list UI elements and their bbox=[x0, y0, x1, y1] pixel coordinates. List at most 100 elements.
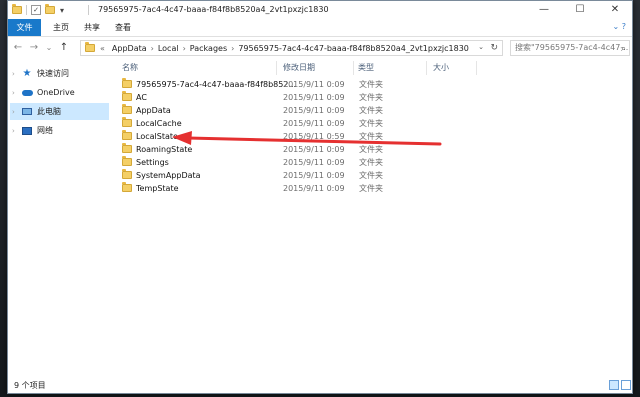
expand-chevron-icon[interactable]: › bbox=[12, 70, 15, 78]
file-date: 2015/9/11 0:09 bbox=[283, 106, 345, 115]
title-divider bbox=[88, 5, 89, 15]
file-row[interactable]: SystemAppData 2015/9/11 0:09 文件夹 bbox=[118, 169, 445, 182]
breadcrumb-separator[interactable]: › bbox=[231, 44, 234, 53]
file-row[interactable]: Settings 2015/9/11 0:09 文件夹 bbox=[118, 156, 445, 169]
folder-icon bbox=[12, 4, 22, 14]
cloud-icon bbox=[21, 88, 33, 98]
sidebar-item-label: OneDrive bbox=[37, 88, 75, 97]
column-divider[interactable] bbox=[276, 61, 277, 75]
expand-chevron-icon[interactable]: › bbox=[12, 127, 15, 135]
column-header-name[interactable]: 名称 bbox=[122, 61, 138, 75]
column-header-size[interactable]: 大小 bbox=[433, 61, 449, 75]
forward-arrow-icon[interactable]: → bbox=[28, 41, 40, 55]
folder-icon bbox=[122, 169, 132, 179]
folder-icon bbox=[122, 182, 132, 192]
sidebar-item-quick-access[interactable]: › ★ 快速访问 bbox=[10, 65, 109, 82]
breadcrumb-packages[interactable]: Packages bbox=[190, 44, 227, 53]
tab-view[interactable]: 查看 bbox=[107, 19, 139, 36]
new-folder-icon[interactable] bbox=[45, 4, 55, 14]
column-divider[interactable] bbox=[476, 61, 477, 75]
file-date: 2015/9/11 0:09 bbox=[283, 145, 345, 154]
file-row[interactable]: LocalCache 2015/9/11 0:09 文件夹 bbox=[118, 117, 445, 130]
maximize-button[interactable]: ☐ bbox=[562, 1, 598, 19]
expand-chevron-icon[interactable]: › bbox=[12, 89, 15, 97]
sidebar-item-onedrive[interactable]: › OneDrive bbox=[10, 84, 109, 101]
sidebar-item-network[interactable]: › 网络 bbox=[10, 122, 109, 139]
close-button[interactable]: ✕ bbox=[597, 1, 633, 19]
status-bar: 9 个项目 bbox=[8, 377, 632, 394]
network-icon bbox=[21, 126, 33, 136]
search-input[interactable]: 搜索"79565975-7ac4-4c47-... ⌕ bbox=[510, 40, 630, 56]
file-type: 文件夹 bbox=[359, 158, 383, 167]
address-bar[interactable]: « AppData › Local › Packages › 79565975-… bbox=[80, 40, 503, 56]
sidebar-item-this-pc[interactable]: › 此电脑 bbox=[10, 103, 109, 120]
file-date: 2015/9/11 0:09 bbox=[283, 158, 345, 167]
breadcrumb-overflow[interactable]: « bbox=[100, 44, 105, 53]
file-row[interactable]: AC 2015/9/11 0:09 文件夹 bbox=[118, 91, 445, 104]
file-name: Settings bbox=[136, 158, 169, 167]
breadcrumb-separator[interactable]: › bbox=[151, 44, 154, 53]
column-header-date[interactable]: 修改日期 bbox=[283, 61, 315, 75]
customize-toolbar-chevron-icon[interactable]: ▾ bbox=[60, 6, 64, 15]
column-divider[interactable] bbox=[353, 61, 354, 75]
file-name: LocalCache bbox=[136, 119, 182, 128]
tab-file[interactable]: 文件 bbox=[8, 19, 41, 36]
column-divider[interactable] bbox=[426, 61, 427, 75]
sidebar-item-label: 网络 bbox=[37, 126, 53, 135]
refresh-icon[interactable]: ↻ bbox=[490, 43, 498, 53]
large-icons-view-icon[interactable] bbox=[621, 380, 631, 390]
ribbon-expand-help[interactable]: ⌄ ? bbox=[613, 22, 627, 31]
file-date: 2015/9/11 0:09 bbox=[283, 184, 345, 193]
file-name: RoamingState bbox=[136, 145, 193, 154]
folder-icon bbox=[122, 104, 132, 114]
minimize-button[interactable]: — bbox=[526, 1, 562, 19]
file-type: 文件夹 bbox=[359, 93, 383, 102]
file-list-pane: 名称 修改日期 类型 大小 79565975-7ac4-4c47-baaa-f8… bbox=[116, 59, 632, 377]
breadcrumb-separator[interactable]: › bbox=[183, 44, 186, 53]
file-row[interactable]: 79565975-7ac4-4c47-baaa-f84f8b852... 2015… bbox=[118, 78, 445, 91]
item-count: 9 个项目 bbox=[14, 381, 46, 390]
breadcrumb-package-folder[interactable]: 79565975-7ac4-4c47-baaa-f84f8b8520a4_2vt… bbox=[238, 44, 469, 53]
expand-chevron-icon[interactable]: › bbox=[12, 108, 15, 116]
computer-icon bbox=[21, 107, 33, 117]
address-history-chevron-icon[interactable]: ⌄ bbox=[478, 43, 484, 51]
tab-home[interactable]: 主页 bbox=[45, 19, 77, 36]
up-arrow-icon[interactable]: ↑ bbox=[58, 41, 70, 55]
search-placeholder: 搜索"79565975-7ac4-4c47-... bbox=[515, 43, 630, 52]
file-row[interactable]: TempState 2015/9/11 0:09 文件夹 bbox=[118, 182, 445, 195]
recent-locations-chevron-icon[interactable]: ⌄ bbox=[43, 41, 55, 55]
quick-access-toolbar: ✓ ▾ bbox=[12, 4, 64, 16]
file-type: 文件夹 bbox=[359, 106, 383, 115]
back-arrow-icon[interactable]: ← bbox=[12, 41, 24, 55]
file-type: 文件夹 bbox=[359, 184, 383, 193]
search-icon[interactable]: ⌕ bbox=[621, 42, 626, 55]
navigation-pane: › ★ 快速访问 › OneDrive › 此电脑 › 网络 bbox=[8, 59, 111, 377]
folder-icon bbox=[122, 143, 132, 153]
file-row[interactable]: LocalState 2015/9/11 0:59 文件夹 bbox=[118, 130, 445, 143]
folder-icon bbox=[85, 42, 95, 52]
file-row[interactable]: AppData 2015/9/11 0:09 文件夹 bbox=[118, 104, 445, 117]
details-view-icon[interactable] bbox=[609, 380, 619, 390]
file-type: 文件夹 bbox=[359, 145, 383, 154]
file-explorer-window: ✓ ▾ 79565975-7ac4-4c47-baaa-f84f8b8520a4… bbox=[7, 0, 633, 394]
sidebar-item-label: 此电脑 bbox=[37, 107, 61, 116]
file-date: 2015/9/11 0:09 bbox=[283, 93, 345, 102]
folder-icon bbox=[122, 130, 132, 140]
column-header-type[interactable]: 类型 bbox=[358, 61, 374, 75]
folder-icon bbox=[122, 117, 132, 127]
file-type: 文件夹 bbox=[359, 132, 383, 141]
star-icon: ★ bbox=[22, 68, 32, 79]
file-date: 2015/9/11 0:09 bbox=[283, 171, 345, 180]
file-name: SystemAppData bbox=[136, 171, 201, 180]
file-name: AppData bbox=[136, 106, 171, 115]
file-name: LocalState bbox=[136, 132, 178, 141]
file-type: 文件夹 bbox=[359, 119, 383, 128]
tab-share[interactable]: 共享 bbox=[76, 19, 108, 36]
toolbar-divider bbox=[26, 5, 27, 15]
properties-icon[interactable]: ✓ bbox=[31, 5, 41, 15]
breadcrumb-local[interactable]: Local bbox=[158, 44, 179, 53]
ribbon-tabs: 文件 主页 共享 查看 ⌄ ? bbox=[8, 19, 632, 37]
file-name: AC bbox=[136, 93, 147, 102]
breadcrumb-appdata[interactable]: AppData bbox=[112, 44, 147, 53]
file-row[interactable]: RoamingState 2015/9/11 0:09 文件夹 bbox=[118, 143, 445, 156]
